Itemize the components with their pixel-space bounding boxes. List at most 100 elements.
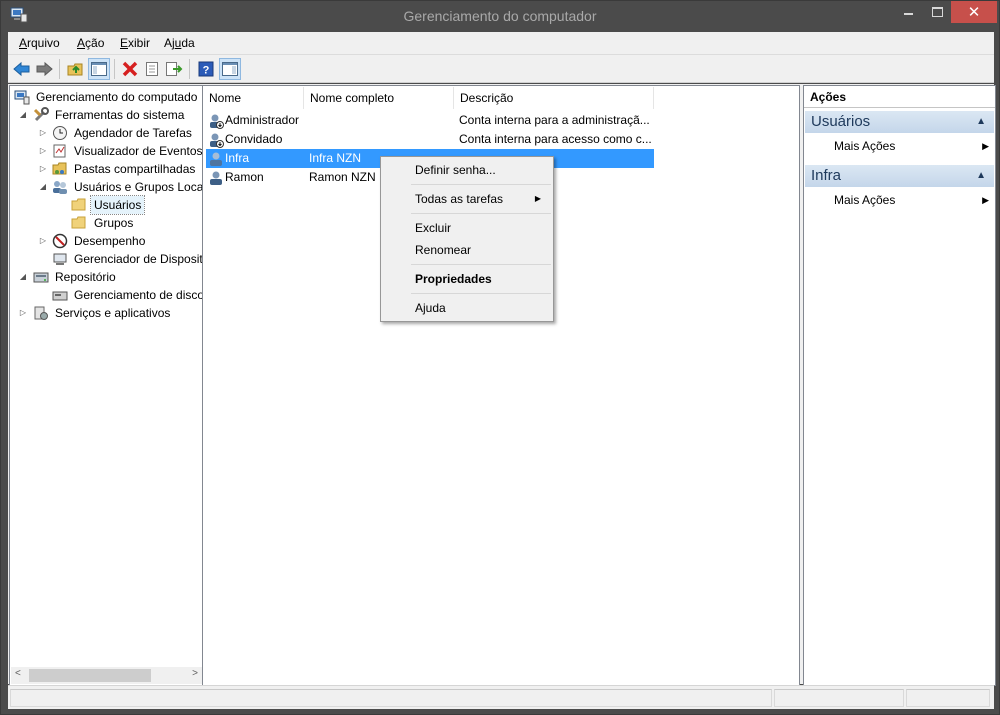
menu-item-help[interactable]: Ajuda bbox=[383, 297, 551, 319]
builtin-user-icon bbox=[210, 133, 224, 148]
tree-item-storage[interactable]: ◢ Repositório bbox=[12, 268, 204, 286]
user-icon bbox=[210, 171, 222, 185]
tree-item-disk-management[interactable]: Gerenciamento de disco bbox=[12, 286, 204, 304]
collapse-section-icon[interactable]: ▲ bbox=[976, 111, 986, 133]
menu-separator bbox=[411, 293, 551, 294]
tree-item-performance[interactable]: ▷ Desempenho bbox=[12, 232, 204, 250]
menu-item-properties[interactable]: Propriedades bbox=[383, 268, 551, 290]
delete-icon bbox=[122, 61, 138, 77]
tree-horizontal-scrollbar[interactable]: < > bbox=[11, 667, 203, 684]
properties-button[interactable] bbox=[141, 58, 163, 80]
expand-icon[interactable]: ▷ bbox=[38, 142, 48, 160]
builtin-user-icon bbox=[210, 114, 224, 129]
menu-acao[interactable]: Ação bbox=[77, 36, 104, 50]
app-window: Gerenciamento do computador ✕ Arquivo Aç… bbox=[0, 0, 1000, 715]
column-header-fullname[interactable]: Nome completo bbox=[304, 87, 454, 109]
toolbar-separator bbox=[114, 59, 115, 79]
menu-separator bbox=[411, 264, 551, 265]
export-list-button[interactable] bbox=[163, 58, 185, 80]
menu-ajuda[interactable]: Ajuda bbox=[164, 36, 195, 50]
export-list-icon bbox=[166, 62, 183, 76]
tools-icon bbox=[33, 107, 49, 122]
maximize-button[interactable] bbox=[923, 1, 951, 23]
collapse-icon[interactable]: ◢ bbox=[18, 106, 28, 124]
performance-icon bbox=[52, 233, 68, 249]
close-button[interactable]: ✕ bbox=[951, 1, 997, 23]
event-viewer-icon bbox=[53, 144, 66, 158]
help-icon: ? bbox=[198, 61, 214, 77]
submenu-arrow-icon: ▶ bbox=[534, 194, 541, 203]
tree-item-shared-folders[interactable]: ▷ Pastas compartilhadas bbox=[12, 160, 204, 178]
menu-item-set-password[interactable]: Definir senha... bbox=[383, 159, 551, 181]
submenu-arrow-icon: ▶ bbox=[982, 141, 989, 151]
actions-section-infra[interactable]: Infra ▲ bbox=[805, 165, 994, 187]
tree-item-users[interactable]: Usuários bbox=[12, 195, 204, 215]
status-segment bbox=[10, 689, 772, 707]
forward-button[interactable] bbox=[33, 58, 55, 80]
back-arrow-icon bbox=[13, 61, 30, 77]
users-group-icon bbox=[53, 181, 67, 194]
expand-icon[interactable]: ▷ bbox=[18, 304, 28, 322]
folder-icon bbox=[71, 216, 86, 229]
console-tree: Gerenciamento do computado ◢ Ferramentas… bbox=[9, 85, 205, 686]
computer-management-icon bbox=[14, 90, 30, 105]
status-segment bbox=[774, 689, 904, 707]
expand-icon[interactable]: ▷ bbox=[38, 232, 48, 250]
clock-icon bbox=[53, 126, 67, 140]
actions-pane: Ações Usuários ▲ Mais Ações ▶ Infra ▲ Ma… bbox=[803, 85, 996, 686]
action-mais-acoes-usuarios[interactable]: Mais Ações ▶ bbox=[834, 136, 989, 156]
status-bar bbox=[8, 685, 994, 709]
toolbar-separator bbox=[59, 59, 60, 79]
column-header-description[interactable]: Descrição bbox=[454, 87, 654, 109]
tree-item-groups[interactable]: Grupos bbox=[12, 214, 204, 232]
menu-arquivo[interactable]: Arquivo bbox=[19, 36, 60, 50]
menu-separator bbox=[411, 213, 551, 214]
window-title: Gerenciamento do computador bbox=[403, 8, 597, 24]
column-header-name[interactable]: Nome bbox=[203, 87, 304, 109]
tree-item-device-manager[interactable]: Gerenciador de Disposit bbox=[12, 250, 204, 268]
menu-item-all-tasks[interactable]: Todas as tarefas ▶ bbox=[383, 188, 551, 210]
collapse-section-icon[interactable]: ▲ bbox=[976, 165, 986, 187]
expand-icon[interactable]: ▷ bbox=[38, 124, 48, 142]
context-menu: Definir senha... Todas as tarefas ▶ Exclu… bbox=[380, 156, 554, 322]
scroll-left-arrow[interactable]: < bbox=[15, 668, 21, 679]
show-hide-action-pane-icon bbox=[222, 62, 238, 76]
properties-icon bbox=[146, 62, 158, 76]
help-button[interactable]: ? bbox=[195, 58, 217, 80]
action-mais-acoes-infra[interactable]: Mais Ações ▶ bbox=[834, 190, 989, 210]
list-item[interactable]: Administrador Conta interna para a admin… bbox=[206, 111, 654, 130]
svg-text:?: ? bbox=[203, 65, 210, 77]
back-button[interactable] bbox=[11, 58, 33, 80]
scroll-thumb[interactable] bbox=[29, 669, 151, 682]
expand-icon[interactable]: ▷ bbox=[38, 160, 48, 178]
tree-item-event-viewer[interactable]: ▷ Visualizador de Eventos bbox=[12, 142, 204, 160]
disk-icon bbox=[52, 291, 68, 301]
show-hide-tree-button[interactable] bbox=[88, 58, 110, 80]
up-one-level-button[interactable] bbox=[65, 58, 87, 80]
title-bar[interactable]: Gerenciamento do computador ✕ bbox=[1, 1, 999, 31]
menu-item-rename[interactable]: Renomear bbox=[383, 239, 551, 261]
tree-item-services-applications[interactable]: ▷ Serviços e aplicativos bbox=[12, 304, 204, 322]
show-hide-action-pane-button[interactable] bbox=[219, 58, 241, 80]
delete-button[interactable] bbox=[119, 58, 141, 80]
tree-item-task-scheduler[interactable]: ▷ Agendador de Tarefas bbox=[12, 124, 204, 142]
menu-exibir[interactable]: Exibir bbox=[120, 36, 150, 50]
tree-item-local-users-groups[interactable]: ◢ Usuários e Grupos Loca bbox=[12, 178, 204, 196]
collapse-icon[interactable]: ◢ bbox=[38, 178, 48, 196]
list-item[interactable]: Convidado Conta interna para acesso como… bbox=[206, 130, 654, 149]
menu-item-delete[interactable]: Excluir bbox=[383, 217, 551, 239]
tree-item-system-tools[interactable]: ◢ Ferramentas do sistema bbox=[12, 106, 204, 124]
minimize-button[interactable] bbox=[893, 1, 923, 23]
menu-separator bbox=[411, 184, 551, 185]
user-icon bbox=[210, 152, 222, 166]
collapse-icon[interactable]: ◢ bbox=[18, 268, 28, 286]
tree-item-computer-management[interactable]: Gerenciamento do computado bbox=[12, 88, 204, 106]
shared-folder-icon bbox=[52, 162, 67, 175]
status-segment bbox=[906, 689, 990, 707]
show-hide-console-tree-icon bbox=[91, 62, 107, 76]
actions-section-usuarios[interactable]: Usuários ▲ bbox=[805, 111, 994, 133]
toolbar-separator bbox=[189, 59, 190, 79]
forward-arrow-icon bbox=[36, 61, 53, 77]
actions-title: Ações bbox=[804, 86, 995, 108]
scroll-right-arrow[interactable]: > bbox=[192, 668, 198, 679]
